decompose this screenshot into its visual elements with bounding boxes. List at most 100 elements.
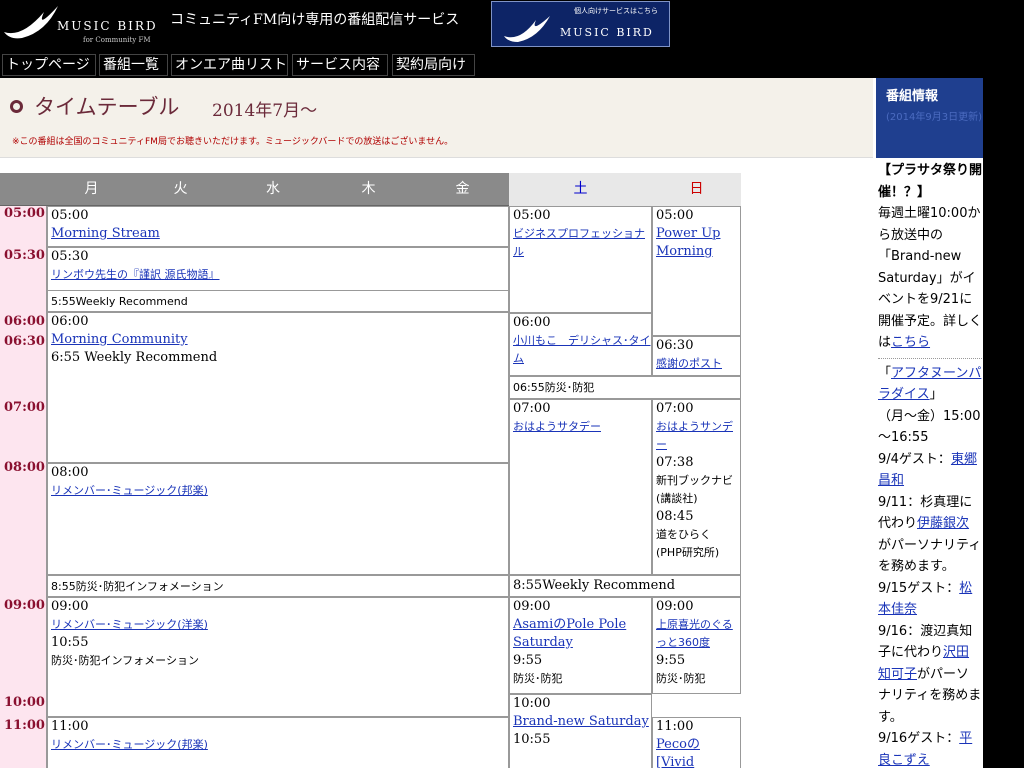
- nav-onair-songs[interactable]: オンエア曲リスト: [171, 54, 288, 76]
- program-link[interactable]: [Vivid: [653, 754, 740, 768]
- program-block: 10:00 Brand-new Saturday 10:55: [509, 694, 652, 768]
- program-link[interactable]: Pecoの: [653, 736, 740, 754]
- music-bird-logo[interactable]: MUSIC BIRD for Community FM: [0, 0, 170, 48]
- guest-text: 9/15ゲスト：: [878, 580, 960, 596]
- title-bullet-icon: [10, 100, 23, 113]
- program-note: 10:55: [513, 732, 551, 747]
- main-content: タイムテーブル 2014年7月～ ※この番組は全国のコミュニティFM局でお聴きい…: [0, 78, 876, 768]
- program-note: 06:55防災･防犯: [513, 381, 595, 394]
- time-label: 08:00: [4, 460, 45, 475]
- program-time: 05:30: [51, 249, 89, 264]
- sidebar: 番組情報 (2014年9月3日更新) 【プラサタ祭り開催！？】 毎週土曜10:0…: [876, 78, 983, 768]
- day-mon: 月: [84, 181, 99, 197]
- program-time: 08:00: [51, 465, 89, 480]
- program-link[interactable]: リメンバー･ミュージック(邦楽): [48, 482, 508, 500]
- time-label: 09:00: [4, 598, 45, 613]
- program-block: 08:00 リメンバー･ミュージック(邦楽): [47, 463, 509, 575]
- news-heading: 【プラサタ祭り開催！？】: [878, 163, 982, 200]
- program-block: 06:00 小川もこ デリシャス･タイム: [509, 313, 652, 376]
- logo-subtext: for Community FM: [83, 36, 151, 44]
- nav-top-page[interactable]: トップページ: [2, 54, 96, 76]
- program-link[interactable]: Morning Community: [48, 331, 508, 349]
- guest-link[interactable]: 伊藤銀次: [917, 516, 969, 531]
- program-time: 11:00: [51, 719, 89, 734]
- notice-text: ※この番組は全国のコミュニティFM局でお聴きいただけます。ミュージックバードでの…: [12, 137, 454, 147]
- program-link[interactable]: 感謝のポスト: [653, 355, 740, 373]
- personal-service-label: MUSIC BIRD: [560, 26, 654, 39]
- program-link[interactable]: リメンバー･ミュージック(洋楽): [48, 616, 508, 634]
- program-block: 05:00 ビジネスプロフェッショナル: [509, 206, 652, 313]
- program-block: 05:30 リンボウ先生の『謹訳 源氏物語』: [47, 247, 509, 293]
- program-block: 06:30 感謝のポスト: [652, 336, 741, 376]
- program-note: 9:55: [513, 653, 543, 668]
- program-time: 06:00: [513, 315, 551, 330]
- time-label: 06:00: [4, 314, 45, 329]
- program-block: 11:00 リメンバー･ミュージック(邦楽): [47, 717, 509, 768]
- program-link[interactable]: 上原喜光のぐるっと360度: [653, 616, 740, 652]
- schedule-text: （月～金）15:00～16:55: [878, 408, 981, 446]
- program-note: 9:55: [656, 653, 686, 668]
- sidebar-body: 【プラサタ祭り開催！？】 毎週土曜10:00から放送中の「Brand-new S…: [878, 158, 982, 768]
- program-time: 09:00: [513, 599, 551, 614]
- program-link[interactable]: おはようサタデー: [510, 418, 651, 436]
- guest-text: 9/16ゲスト：: [878, 731, 960, 746]
- program-block: 07:00 おはようサンデー 07:38 新刊ブックナビ (講談社) 08:45…: [652, 399, 741, 575]
- program-link[interactable]: Morning Stream: [48, 225, 508, 243]
- nav-program-list[interactable]: 番組一覧: [99, 54, 168, 76]
- nav-contract-stations[interactable]: 契約局向け: [392, 54, 475, 76]
- main-nav: トップページ 番組一覧 オンエア曲リスト サービス内容 契約局向け: [0, 48, 880, 78]
- day-sun: 日: [652, 173, 741, 206]
- time-label: 10:00: [4, 695, 45, 710]
- program-link[interactable]: リンボウ先生の『謹訳 源氏物語』: [48, 266, 508, 284]
- program-block: 11:00 Pecoの [Vivid: [652, 717, 741, 768]
- program-block: 5:55Weekly Recommend: [47, 290, 509, 312]
- program-time: 07:00: [513, 401, 551, 416]
- time-label: 11:00: [4, 718, 45, 733]
- nav-service[interactable]: サービス内容: [292, 54, 388, 76]
- program-link[interactable]: ビジネスプロフェッショナル: [510, 225, 651, 261]
- program-note: 5:55Weekly Recommend: [51, 295, 188, 308]
- bird-logo-icon: [4, 6, 58, 39]
- logo-text: MUSIC BIRD: [57, 19, 158, 33]
- program-time: 09:00: [656, 599, 694, 614]
- program-link[interactable]: おはようサンデー: [653, 418, 740, 454]
- day-thu: 木: [361, 181, 376, 197]
- time-column: 05:00 05:30 06:00 06:30 07:00 08:00 09:0…: [0, 206, 47, 768]
- program-block: 07:00 おはようサタデー: [509, 399, 652, 575]
- program-link[interactable]: Power Up Morning: [653, 225, 740, 261]
- divider: [878, 357, 982, 359]
- program-block: 05:00 Power Up Morning: [652, 206, 741, 336]
- program-note: (講談社): [656, 492, 698, 505]
- page-title: タイムテーブル: [34, 95, 180, 119]
- program-note: 防災･防犯: [656, 672, 706, 685]
- program-link[interactable]: アフタヌーンパラダイス: [878, 366, 981, 403]
- day-header-row: 月 火 水 木 金 土 日: [0, 173, 741, 206]
- title-box: タイムテーブル 2014年7月～ ※この番組は全国のコミュニティFM局でお聴きい…: [0, 78, 873, 158]
- time-label: 05:00: [4, 206, 45, 221]
- personal-service-button[interactable]: 個人向けサービスはこちら MUSIC BIRD: [491, 1, 670, 47]
- program-time: 06:30: [656, 338, 694, 353]
- time-label: 06:30: [4, 334, 45, 349]
- program-block: 09:00 AsamiのPole Pole Saturday 9:55 防災･防…: [509, 597, 652, 694]
- right-margin: [983, 48, 1024, 768]
- day-sat: 土: [509, 173, 652, 206]
- news-text: 毎週土曜10:00から放送中の「Brand-new Saturday」がイベント…: [878, 206, 982, 350]
- time-label: 07:00: [4, 400, 45, 415]
- program-link[interactable]: Brand-new Saturday: [510, 713, 651, 731]
- timetable: 月 火 水 木 金 土 日 05:00 05:30 06:00 06:30 07…: [0, 173, 741, 768]
- program-link[interactable]: リメンバー･ミュージック(邦楽): [48, 736, 508, 754]
- program-link[interactable]: 小川もこ デリシャス･タイム: [510, 332, 651, 368]
- sidebar-header: 番組情報 (2014年9月3日更新): [876, 78, 983, 158]
- program-note: 道をひらく: [656, 528, 711, 541]
- news-link[interactable]: こちら: [891, 335, 930, 350]
- program-note: 8:55防災･防犯インフォメーション: [51, 580, 224, 593]
- program-time: 11:00: [656, 719, 694, 734]
- program-block: 09:00 上原喜光のぐるっと360度 9:55 防災･防犯: [652, 597, 741, 694]
- program-note: (PHP研究所): [656, 546, 720, 559]
- title-month: 2014年7月～: [212, 101, 318, 121]
- site-tagline: コミュニティFM向け専用の番組配信サービス: [170, 12, 460, 28]
- program-block: 05:00 Morning Stream: [47, 206, 509, 247]
- program-note: 6:55 Weekly Recommend: [51, 350, 218, 365]
- program-link[interactable]: AsamiのPole Pole Saturday: [510, 616, 651, 652]
- program-time: 05:00: [656, 208, 694, 223]
